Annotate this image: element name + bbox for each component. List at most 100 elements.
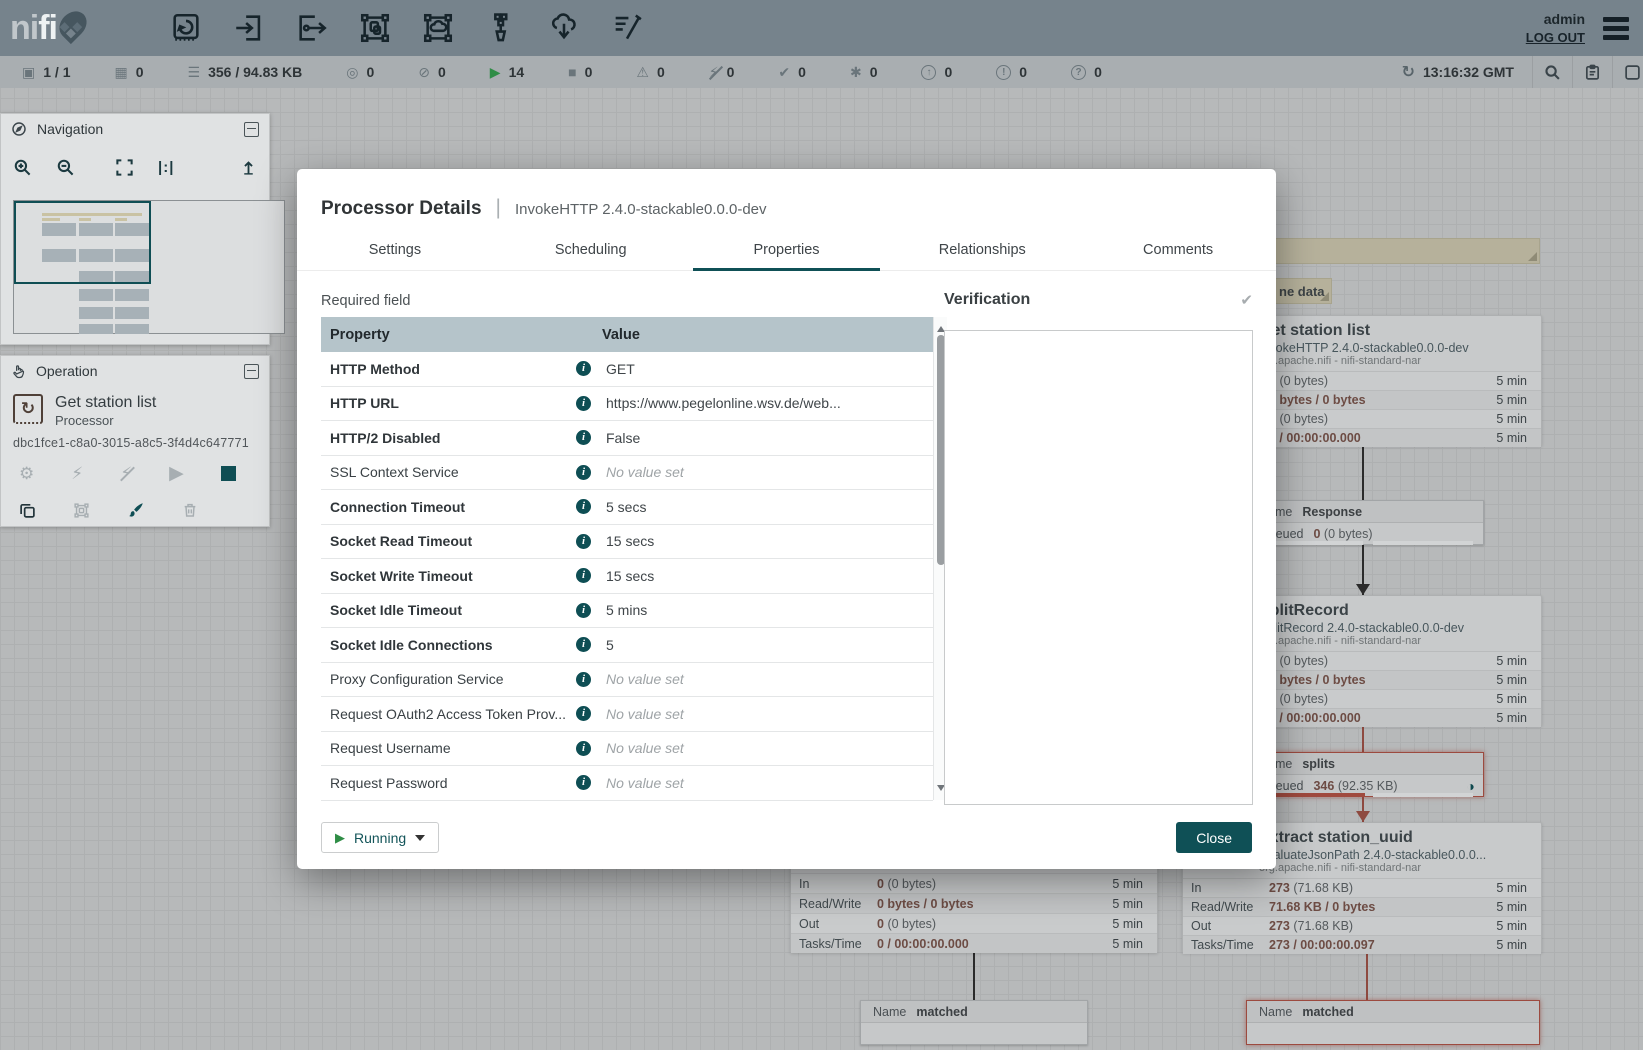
connection-label[interactable]: NameResponse Queued0 (0 bytes) bbox=[1246, 500, 1484, 545]
processor-details-dialog: Processor Details | InvokeHTTP 2.4.0-sta… bbox=[297, 169, 1276, 869]
property-row[interactable]: Socket Idle Timeouti5 mins bbox=[321, 594, 933, 629]
property-row[interactable]: SSL Context ServiceiNo value set bbox=[321, 456, 933, 491]
zoom-reset-icon[interactable] bbox=[240, 159, 257, 176]
property-name: Socket Read Timeout bbox=[330, 533, 576, 549]
label-text: ne data bbox=[1279, 279, 1325, 299]
property-name: Request Username bbox=[330, 740, 576, 756]
property-row[interactable]: HTTP URLihttps://www.pegelonline.wsv.de/… bbox=[321, 387, 933, 422]
up-to-date-icon: ✔ bbox=[778, 65, 790, 79]
info-icon[interactable]: i bbox=[576, 637, 591, 652]
property-row[interactable]: Request PasswordiNo value set bbox=[321, 766, 933, 801]
stop-icon[interactable] bbox=[221, 466, 236, 481]
remote-process-group-icon[interactable] bbox=[420, 10, 456, 46]
property-value: https://www.pegelonline.wsv.de/web... bbox=[602, 395, 933, 411]
zoom-in-icon[interactable] bbox=[13, 158, 32, 177]
info-icon[interactable]: i bbox=[576, 672, 591, 687]
birdseye-minimap[interactable] bbox=[13, 200, 285, 334]
status-counter: ◎0 bbox=[346, 64, 374, 80]
refresh-icon[interactable]: ↻ bbox=[1402, 62, 1415, 82]
property-row[interactable]: Proxy Configuration ServiceiNo value set bbox=[321, 663, 933, 698]
dialog-tabs: Settings Scheduling Properties Relations… bbox=[297, 232, 1276, 271]
property-value: No value set bbox=[602, 775, 933, 791]
tab-relationships[interactable]: Relationships bbox=[884, 232, 1080, 270]
status-counter: ⊘0 bbox=[418, 64, 446, 80]
property-value: False bbox=[602, 430, 933, 446]
connection-label[interactable]: Namematched bbox=[1246, 1000, 1540, 1045]
property-value: 5 mins bbox=[602, 602, 933, 618]
funnel-icon[interactable] bbox=[483, 10, 519, 46]
search-icon[interactable] bbox=[1532, 56, 1572, 88]
property-row[interactable]: HTTP/2 DisablediFalse bbox=[321, 421, 933, 456]
label-icon[interactable] bbox=[609, 10, 645, 46]
property-row[interactable]: Socket Write Timeouti15 secs bbox=[321, 559, 933, 594]
info-icon[interactable]: i bbox=[576, 499, 591, 514]
processor-title: Extract station_uuid bbox=[1259, 829, 1541, 847]
running-icon: ▶ bbox=[490, 65, 501, 79]
label-resize-handle[interactable] bbox=[1320, 292, 1329, 301]
info-icon[interactable]: i bbox=[576, 534, 591, 549]
info-icon[interactable]: i bbox=[576, 603, 591, 618]
info-icon[interactable]: i bbox=[576, 361, 591, 376]
tab-scheduling[interactable]: Scheduling bbox=[493, 232, 689, 270]
process-group-icon[interactable] bbox=[357, 10, 393, 46]
stopped-icon: ■ bbox=[568, 65, 576, 79]
run-state-dropdown[interactable]: ▶ Running bbox=[321, 822, 439, 853]
connection-label[interactable]: Namematched bbox=[860, 1000, 1088, 1045]
bulletin-board-icon[interactable] bbox=[1572, 56, 1612, 88]
close-button[interactable]: Close bbox=[1176, 822, 1252, 853]
status-counter: !0 bbox=[996, 64, 1027, 80]
status-counter: ▣1 / 1 bbox=[22, 64, 70, 80]
verification-check-icon[interactable]: ✔ bbox=[1240, 291, 1253, 309]
stale-icon: ↑ bbox=[921, 65, 936, 80]
minimap-viewport[interactable] bbox=[14, 201, 151, 284]
collapse-icon[interactable] bbox=[244, 364, 259, 379]
connection-label[interactable]: Namesplits Queued346 (92.35 KB)◑ bbox=[1246, 752, 1484, 797]
global-menu-button[interactable] bbox=[1603, 13, 1629, 44]
collapse-icon[interactable] bbox=[244, 122, 259, 137]
value-column-header: Value bbox=[602, 327, 933, 343]
minimap-component bbox=[79, 307, 113, 319]
status-count-value: 1 / 1 bbox=[43, 64, 70, 80]
info-icon[interactable]: i bbox=[576, 430, 591, 445]
info-icon[interactable]: i bbox=[576, 741, 591, 756]
navigation-title: Navigation bbox=[37, 121, 103, 137]
processor-icon[interactable] bbox=[168, 10, 204, 46]
property-row[interactable]: Request OAuth2 Access Token Prov...iNo v… bbox=[321, 697, 933, 732]
output-port-icon[interactable] bbox=[294, 10, 330, 46]
property-row[interactable]: HTTP MethodiGET bbox=[321, 352, 933, 387]
color-brush-icon[interactable] bbox=[127, 501, 145, 519]
property-row[interactable]: Request Usernamei No value set bbox=[321, 732, 933, 767]
tab-comments[interactable]: Comments bbox=[1080, 232, 1276, 270]
enable-icon: ⚡ bbox=[71, 465, 83, 482]
verification-results-panel bbox=[944, 330, 1253, 805]
status-count-value: 0 bbox=[438, 64, 446, 80]
zoom-out-icon[interactable] bbox=[56, 158, 75, 177]
info-icon[interactable]: i bbox=[576, 465, 591, 480]
logout-link[interactable]: LOG OUT bbox=[1526, 30, 1585, 45]
backpressure-bar-size bbox=[1373, 793, 1473, 797]
property-row[interactable]: Socket Read Timeouti15 secs bbox=[321, 525, 933, 560]
template-download-icon[interactable] bbox=[546, 10, 582, 46]
backpressure-bar bbox=[1373, 541, 1473, 545]
property-value: 5 secs bbox=[602, 499, 933, 515]
property-row[interactable]: Socket Idle Connectionsi5 bbox=[321, 628, 933, 663]
input-port-icon[interactable] bbox=[231, 10, 267, 46]
property-value: No value set bbox=[602, 740, 933, 756]
zoom-fit-icon[interactable] bbox=[115, 158, 134, 177]
tab-properties[interactable]: Properties bbox=[689, 232, 885, 270]
info-icon[interactable]: i bbox=[576, 568, 591, 583]
property-row[interactable]: Connection Timeouti5 secs bbox=[321, 490, 933, 525]
settings-icon[interactable] bbox=[1612, 56, 1643, 88]
zoom-actual-icon[interactable]: |:| bbox=[158, 159, 174, 176]
verification-title: Verification bbox=[944, 291, 1030, 309]
info-icon[interactable]: i bbox=[576, 775, 591, 790]
copy-icon[interactable] bbox=[19, 502, 36, 519]
configure-icon: ⚙ bbox=[19, 465, 34, 482]
property-name: SSL Context Service bbox=[330, 464, 576, 480]
info-icon[interactable]: i bbox=[576, 706, 591, 721]
tab-settings[interactable]: Settings bbox=[297, 232, 493, 270]
status-counter: ▦0 bbox=[114, 64, 143, 80]
info-icon[interactable]: i bbox=[576, 396, 591, 411]
label-resize-handle[interactable] bbox=[1528, 252, 1537, 261]
status-counter: ⚠0 bbox=[636, 64, 664, 80]
